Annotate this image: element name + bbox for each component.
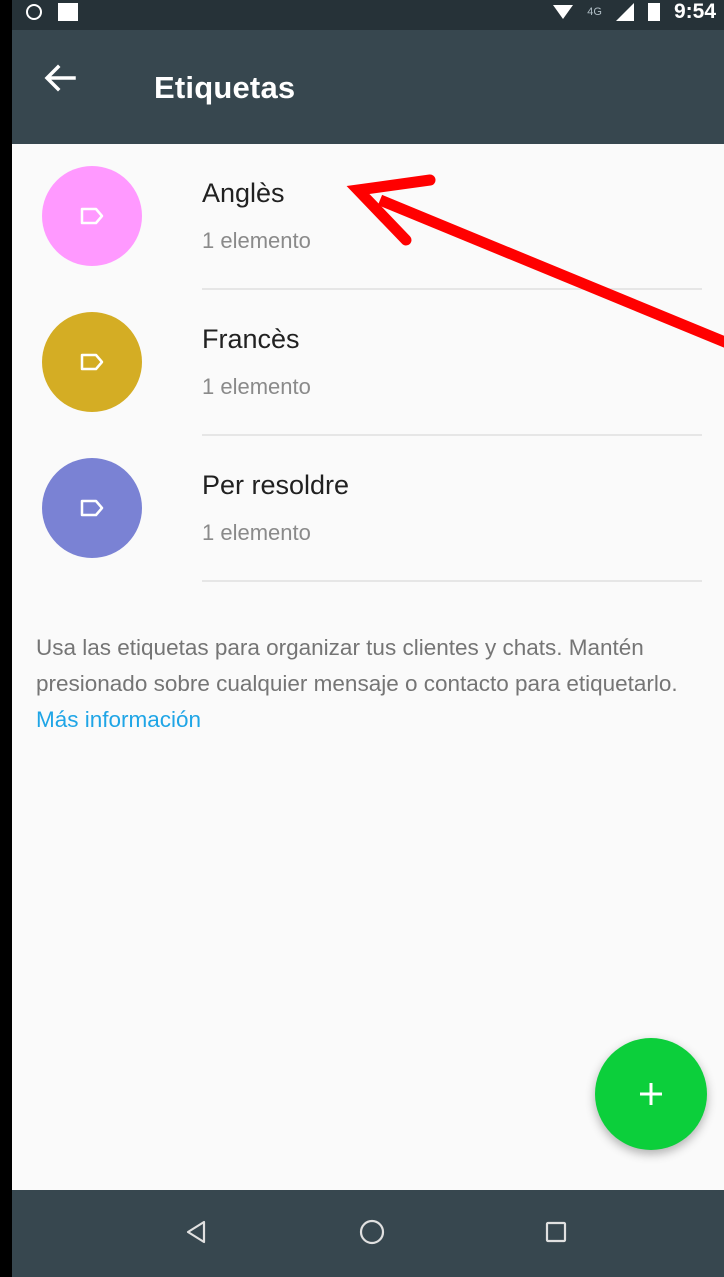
labels-info: Usa las etiquetas para organizar tus cli… (36, 630, 716, 738)
triangle-back-icon (186, 1220, 206, 1244)
arrow-back-icon[interactable] (40, 58, 80, 98)
screen: 4G 9:54 Etiquetas Anglès 1 elemento Fran… (12, 0, 724, 1277)
label-item-angles[interactable]: Anglès 1 elemento (12, 144, 724, 290)
nav-recents-button[interactable] (536, 1212, 576, 1252)
label-name: Per resoldre (202, 470, 350, 500)
plus-icon (640, 1083, 662, 1105)
square-recents-icon (545, 1221, 567, 1243)
add-label-button[interactable] (595, 1038, 707, 1150)
label-avatar (42, 166, 142, 266)
tag-icon (80, 353, 104, 371)
tag-icon (80, 207, 104, 225)
label-avatar (42, 458, 142, 558)
nav-back-button[interactable] (176, 1212, 216, 1252)
navigation-bar (12, 1190, 724, 1277)
circle-home-icon (359, 1219, 385, 1245)
label-item-per-resoldre[interactable]: Per resoldre 1 elemento (12, 436, 724, 582)
app-bar: Etiquetas (12, 30, 724, 144)
network-type: 4G (587, 6, 602, 18)
signal-icon (615, 3, 634, 21)
more-info-link[interactable]: Más información (36, 707, 201, 732)
wifi-icon (553, 5, 574, 19)
status-time: 9:54 (673, 0, 716, 23)
page-title: Etiquetas (154, 70, 296, 105)
label-count: 1 elemento (202, 520, 311, 545)
info-text: Usa las etiquetas para organizar tus cli… (36, 635, 678, 696)
status-bar: 4G 9:54 (12, 0, 724, 30)
image-notification-icon (58, 3, 78, 21)
label-avatar (42, 312, 142, 412)
label-item-frances[interactable]: Francès 1 elemento (12, 290, 724, 436)
tag-icon (80, 499, 104, 517)
label-name: Anglès (202, 178, 285, 208)
label-count: 1 elemento (202, 374, 311, 399)
divider (202, 580, 702, 582)
battery-icon (647, 3, 660, 21)
label-count: 1 elemento (202, 228, 311, 253)
accessibility-icon (26, 4, 42, 20)
label-name: Francès (202, 324, 300, 354)
nav-home-button[interactable] (352, 1212, 392, 1252)
